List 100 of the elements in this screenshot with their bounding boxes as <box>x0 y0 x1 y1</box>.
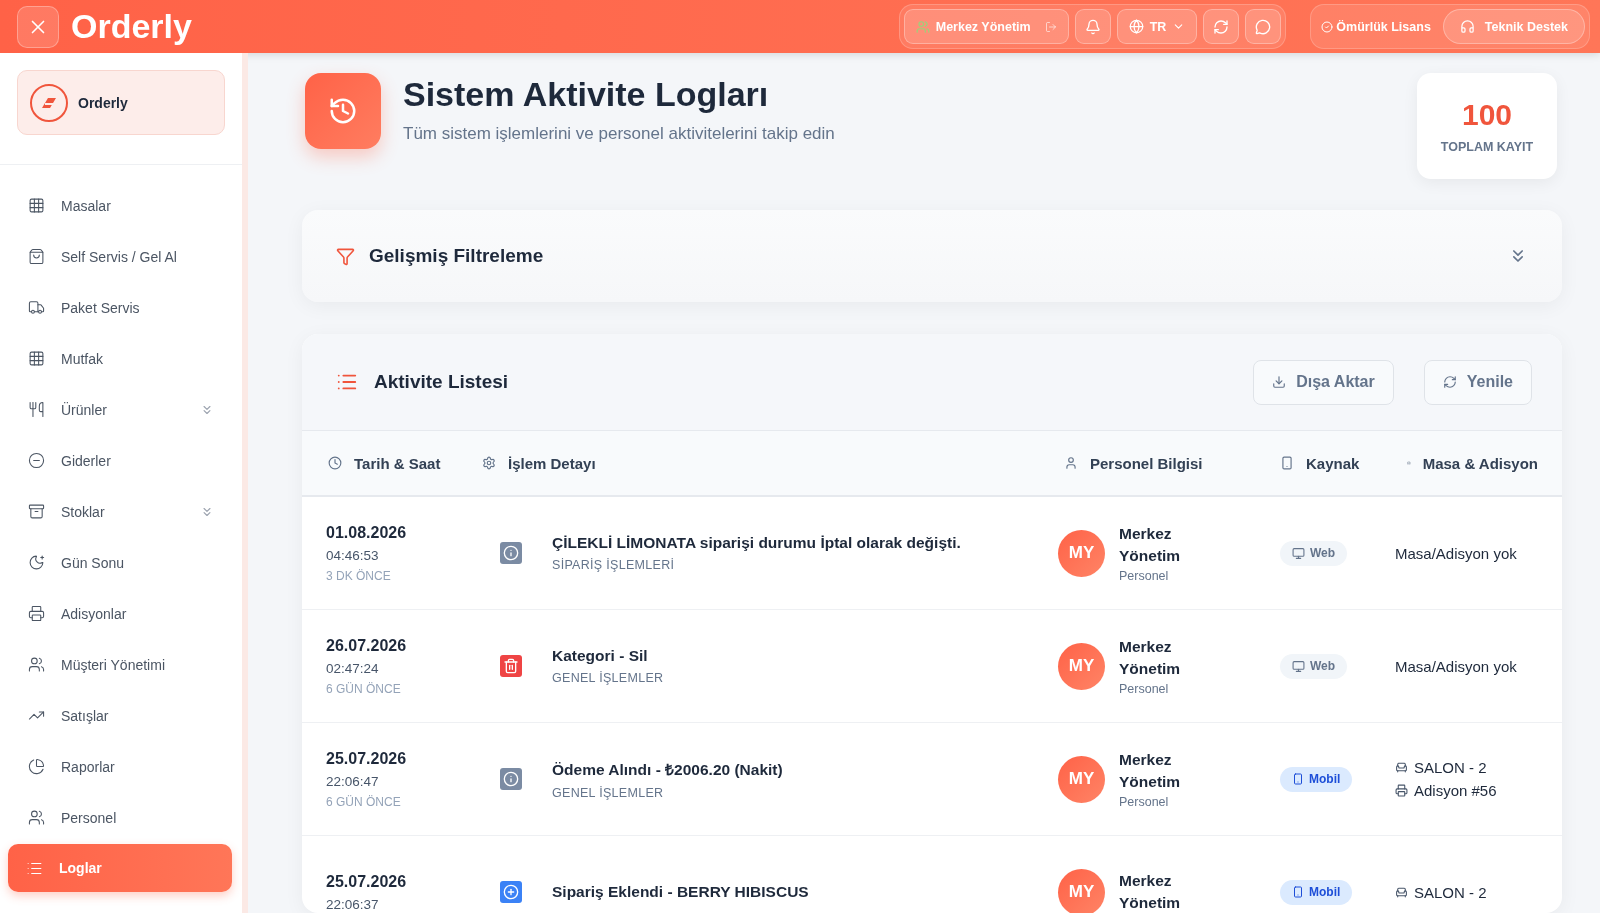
users-icon <box>915 19 930 34</box>
sidebar-item[interactable]: Gün Sonu <box>8 537 234 588</box>
sidebar-item[interactable]: Satışlar <box>8 690 234 741</box>
logo-icon <box>30 83 68 122</box>
staff-role: Personel <box>1119 682 1170 696</box>
grid-icon <box>28 350 45 367</box>
export-button[interactable]: Dışa Aktar <box>1253 359 1394 405</box>
sidebar-item[interactable]: Masalar <box>8 180 234 231</box>
table-cell-text: Masa/Adisyon yok <box>1395 657 1518 675</box>
table-cell: SALON - 2 <box>1395 759 1538 776</box>
chat-icon <box>1255 18 1272 35</box>
utensils-icon <box>28 401 45 418</box>
user-icon <box>1064 456 1078 470</box>
trash-icon <box>500 655 522 677</box>
sidebar-item[interactable]: Personel <box>8 792 234 843</box>
category-text: SİPARİŞ İŞLEMLERİ <box>552 558 676 572</box>
time-text: 04:46:53 <box>326 547 380 563</box>
archive-icon <box>28 503 45 520</box>
filter-panel[interactable]: Gelişmiş Filtreleme <box>302 210 1562 302</box>
relative-time: 6 GÜN ÖNCE <box>326 681 402 696</box>
table-cell-text: Masa/Adisyon yok <box>1395 544 1518 562</box>
column-header: Masa & Adisyon <box>1407 454 1538 472</box>
stat-label: TOPLAM KAYIT <box>1440 140 1534 154</box>
sidebar-item[interactable]: Self Servis / Gel Al <box>8 231 234 282</box>
date-text: 01.08.2026 <box>326 523 408 542</box>
headset-icon <box>1459 19 1475 34</box>
activity-title: Aktivite Listesi <box>374 371 510 393</box>
source-badge: Mobil <box>1280 766 1353 792</box>
brand-card[interactable]: Orderly <box>17 70 225 135</box>
source-badge: Web <box>1280 540 1348 566</box>
refresh-icon <box>1442 375 1457 389</box>
table-cell: Adisyon #56 <box>1395 782 1538 799</box>
phone-icon <box>1292 773 1304 785</box>
activity-title-text: Ödeme Alındı - ₺2006.20 (Nakit) <box>552 760 784 780</box>
date-text: 25.07.2026 <box>326 749 408 768</box>
users-icon <box>28 809 45 826</box>
pie-chart-icon <box>28 758 45 775</box>
sidebar-item[interactable]: Giderler <box>8 435 234 486</box>
history-icon <box>305 73 381 149</box>
close-button[interactable] <box>17 5 59 48</box>
sidebar-item[interactable]: Müşteri Yönetimi <box>8 639 234 690</box>
category-text: GENEL İŞLEMLER <box>552 786 665 800</box>
sidebar-item[interactable]: Ürünler <box>8 384 234 435</box>
date-text: 26.07.2026 <box>326 636 408 655</box>
refresh-button[interactable]: Yenile <box>1423 359 1532 405</box>
page-title: Sistem Aktivite Logları <box>403 75 770 114</box>
category-text: GENEL İŞLEMLER <box>552 671 665 685</box>
download-icon <box>1272 375 1287 389</box>
time-text: 22:06:47 <box>326 773 380 789</box>
staff-role: Personel <box>1119 795 1170 809</box>
phone-icon <box>1292 886 1304 898</box>
activity-title-text: Sipariş Eklendi - BERRY HIBISCUS <box>552 883 810 901</box>
avatar: MY <box>1058 868 1105 913</box>
grid-icon <box>28 197 45 214</box>
source-badge: Web <box>1280 653 1348 679</box>
sidebar-item[interactable]: Raporlar <box>8 741 234 792</box>
phone-icon <box>1280 456 1294 470</box>
stat-value: 100 <box>1461 98 1513 132</box>
staff-role: Personel <box>1119 569 1170 583</box>
users-icon <box>28 656 45 673</box>
relative-time: 6 GÜN ÖNCE <box>326 794 402 809</box>
bell-icon <box>1084 18 1101 35</box>
staff-name: Merkez Yönetim <box>1119 750 1182 792</box>
chat-button[interactable] <box>1245 9 1282 44</box>
info-icon <box>500 768 522 790</box>
sidebar-item[interactable]: Adisyonlar <box>8 588 234 639</box>
clock-icon <box>328 456 342 470</box>
monitor-icon <box>1292 659 1305 673</box>
date-text: 25.07.2026 <box>326 872 408 891</box>
staff-name: Merkez Yönetim <box>1119 637 1182 679</box>
plus-icon <box>500 881 522 903</box>
notification-button[interactable] <box>1074 9 1111 44</box>
column-header: Kaynak <box>1280 454 1395 472</box>
check-icon <box>1321 20 1334 33</box>
minus-circle-icon <box>28 452 45 469</box>
license-label: Ömürlük Lisans <box>1315 19 1437 34</box>
sidebar-item[interactable]: Mutfak <box>8 333 234 384</box>
bag-icon <box>28 248 45 265</box>
moon-icon <box>28 554 45 571</box>
activity-title-text: Kategori - Sil <box>552 647 649 665</box>
sidebar-item[interactable]: Paket Servis <box>8 282 234 333</box>
refresh-button[interactable] <box>1203 9 1240 44</box>
truck-icon <box>28 299 45 316</box>
column-header: Personel Bilgisi <box>1064 454 1270 472</box>
avatar: MY <box>1058 529 1105 577</box>
filter-title: Gelişmiş Filtreleme <box>369 245 545 267</box>
brand-name: Orderly <box>78 94 128 111</box>
logout-icon <box>1044 20 1057 33</box>
page-subtitle: Tüm sistem işlemlerini ve personel aktivitelerini takip edin <box>403 124 836 144</box>
info-icon <box>500 542 522 564</box>
sidebar-item[interactable]: Stoklar <box>8 486 234 537</box>
time-text: 22:06:37 <box>326 896 380 912</box>
filter-icon <box>336 246 355 266</box>
activity-title-text: ÇİLEKLİ LİMONATA siparişi durumu İptal olarak değişti. <box>552 534 962 552</box>
relative-time: 3 DK ÖNCE <box>326 568 392 583</box>
avatar: MY <box>1058 755 1105 803</box>
time-text: 02:47:24 <box>326 660 380 676</box>
table-cell: SALON - 2 <box>1395 883 1538 901</box>
refresh-icon <box>1213 18 1230 35</box>
printer-icon <box>1395 784 1408 797</box>
